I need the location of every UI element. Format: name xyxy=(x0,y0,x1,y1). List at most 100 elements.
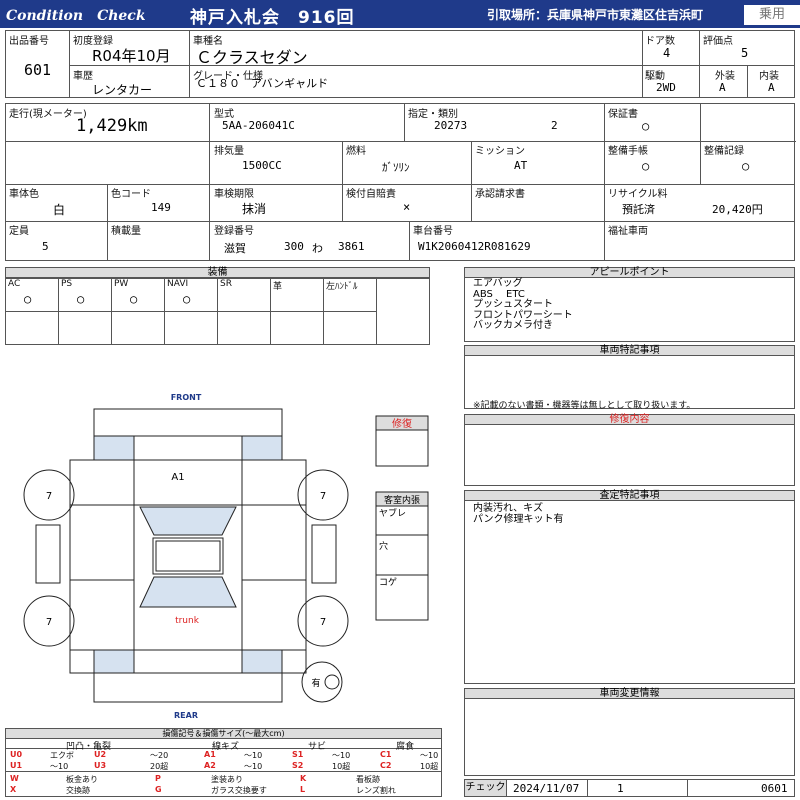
category-badge: 乗用 xyxy=(744,5,800,25)
repair-section: 修復内容 xyxy=(464,414,795,486)
check-code: 0601 xyxy=(761,782,788,795)
approval-label: 承認請求書 xyxy=(475,189,525,200)
legend-desc: 塗装あり xyxy=(211,775,243,784)
fuel: ｶﾞｿﾘﾝ xyxy=(382,161,410,174)
doors: 4 xyxy=(663,46,671,60)
warranty: ○ xyxy=(642,119,650,133)
front-bumper xyxy=(93,408,283,437)
recycle-status: 預託済 xyxy=(622,203,655,216)
plate-pref: 滋賀 xyxy=(224,242,246,255)
legend-code: S1 xyxy=(292,750,304,759)
legend-code: A1 xyxy=(204,750,216,759)
check-row: チェック 2024/11/07 1 0601 xyxy=(464,779,795,797)
legend-desc: 〜10 xyxy=(244,751,263,760)
assess-section: 査定特記事項 内装汚れ、キズ パンク修理キット有 xyxy=(464,490,795,684)
record-label: 整備記録 xyxy=(704,146,744,157)
insurance: × xyxy=(403,200,411,214)
color-label: 車体色 xyxy=(9,189,39,200)
equipment-label: SR xyxy=(220,279,232,289)
equipment-value: ○ xyxy=(77,292,85,306)
front-label: FRONT xyxy=(171,393,202,402)
manual-label: 整備手帳 xyxy=(608,146,648,157)
model-name: Ｃクラスセダン xyxy=(196,48,308,67)
recycle-fee: 20,420円 xyxy=(712,203,763,216)
equipment-label: 左ﾊﾝﾄﾞﾙ xyxy=(326,282,358,292)
capacity: 5 xyxy=(42,240,49,253)
tire-rear-left: 7 xyxy=(46,617,52,628)
equipment-cell-empty xyxy=(165,312,218,344)
appeal-title: アピールポイント xyxy=(464,267,795,278)
legend-title: 損傷記号＆損傷サイズ(〜最大cm) xyxy=(6,729,441,739)
type-label: 型式 xyxy=(214,109,234,120)
legend-code: U0 xyxy=(10,750,23,759)
header-bar: Condition Check 神戸入札会 916回 引取場所：兵庫県神戸市東灘… xyxy=(0,0,800,28)
plate-class: 300 xyxy=(284,240,304,253)
repair-box-label: 修復 xyxy=(392,417,412,430)
equipment-cell-empty xyxy=(6,312,59,344)
equipment-cell-empty xyxy=(271,312,324,344)
equipment-cell-empty xyxy=(112,312,165,344)
damage-a1: A1 xyxy=(171,472,184,483)
equipment-label: PW xyxy=(114,279,129,289)
appeal-section: アピールポイント エアバッグ ABS ETC プッシュスタート フロントパワーシートバ… xyxy=(464,267,795,342)
history: レンタカー xyxy=(92,83,153,97)
type-code: 5AA-206041C xyxy=(222,119,295,132)
equipment-value: ○ xyxy=(130,292,138,306)
equipment-title: 装備 xyxy=(5,267,430,278)
int-label: 内装 xyxy=(759,71,779,82)
legend-desc: ガラス交換要す xyxy=(211,786,267,795)
score: 5 xyxy=(741,46,749,60)
assess-line: パンク修理キット有 xyxy=(473,514,564,525)
lot-number: 601 xyxy=(24,61,52,79)
equipment-value: ○ xyxy=(183,292,191,306)
ext-label: 外装 xyxy=(715,71,735,82)
color: 白 xyxy=(53,203,66,217)
legend-desc: 20超 xyxy=(150,762,169,771)
insurance-label: 検付自賠責 xyxy=(346,189,396,200)
displacement: 1500CC xyxy=(242,159,282,172)
legend-code: C1 xyxy=(380,750,392,759)
equipment-cell-empty xyxy=(218,312,271,344)
equipment-cell: NAVI ○ xyxy=(165,279,218,312)
legend-desc: 交換跡 xyxy=(66,786,90,795)
equipment-label: PS xyxy=(61,279,73,289)
plate-kana: わ xyxy=(312,242,323,255)
designation-label: 指定・類別 xyxy=(408,109,458,120)
trunk-label: trunk xyxy=(175,616,200,626)
first-reg: R04年10月 xyxy=(92,47,171,65)
mileage: 1,429km xyxy=(76,116,148,136)
special-title: 車両特記事項 xyxy=(464,345,795,356)
rear-bumper xyxy=(93,672,283,703)
legend-desc: レンズ割れ xyxy=(356,786,396,795)
tire-front-right: 7 xyxy=(320,491,326,502)
interior-box-label: 客室内張 xyxy=(384,494,420,506)
inspection: 抹消 xyxy=(242,202,267,216)
legend-code: U2 xyxy=(94,750,107,759)
color-code-label: 色コード xyxy=(111,189,151,200)
legend-code: K xyxy=(300,774,307,783)
equipment-cell: PS ○ xyxy=(59,279,112,312)
interior-tear: ヤブレ xyxy=(379,507,406,519)
appeal-line: エアバッグ xyxy=(473,278,523,289)
equipment-cell: SR xyxy=(218,279,271,312)
history-label: 車歴 xyxy=(73,71,93,82)
header-title: Condition Check xyxy=(6,8,146,24)
mission: AT xyxy=(514,159,528,172)
warranty-label: 保証書 xyxy=(608,109,638,120)
check-num: 1 xyxy=(617,782,624,795)
car-diagram: FRONT REAR A1 trunk 7 7 7 7 有 修復 客室内張 ヤブ… xyxy=(23,393,429,720)
spec-block: 走行(現メーター) 1,429km 型式 5AA-206041C 指定・類別 2… xyxy=(5,103,796,261)
lot-label: 出品番号 xyxy=(9,36,49,47)
category-number: 2 xyxy=(551,119,558,132)
equipment-cell-empty xyxy=(324,312,377,344)
special-note: ※記載のない書類・機器等は無しとして取り扱います。 xyxy=(473,401,696,411)
grade: Ｃ１８０ アバンギャルド xyxy=(196,77,329,90)
score-label: 評価点 xyxy=(703,36,733,47)
equipment-cell: PW ○ xyxy=(112,279,165,312)
int-grade: A xyxy=(768,81,775,94)
color-code: 149 xyxy=(151,201,171,214)
equipment-cell: 革 xyxy=(271,279,324,312)
tire-front-left: 7 xyxy=(46,491,52,502)
equipment-cell-empty xyxy=(59,312,112,344)
plate-label: 登録番号 xyxy=(214,226,254,237)
